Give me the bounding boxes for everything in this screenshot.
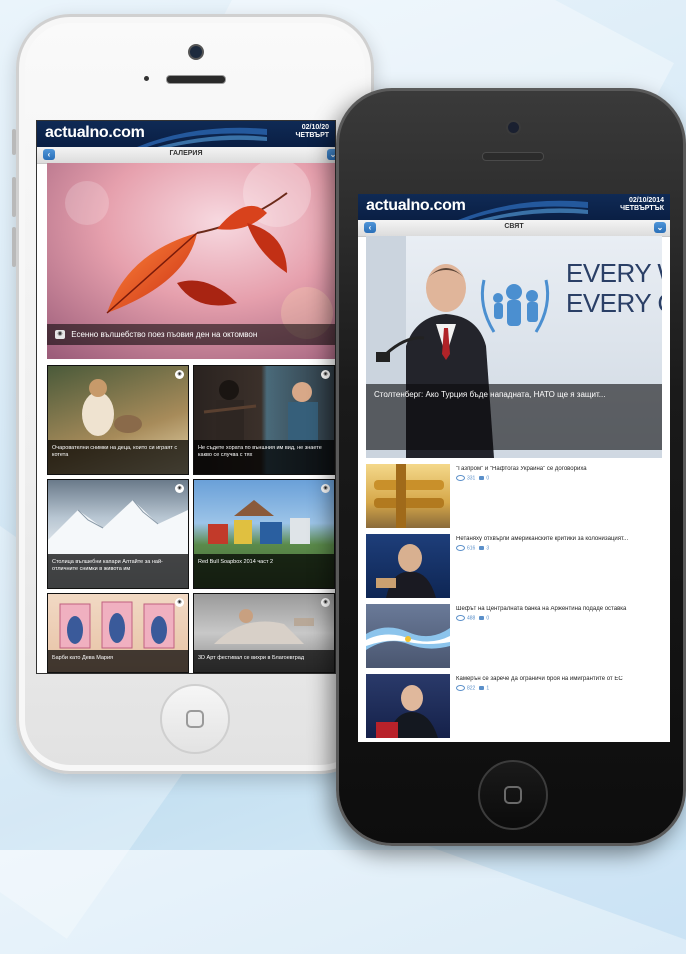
comments-count: 3 (486, 545, 490, 552)
tile-caption: 3D Арт фестивал се вихри в Благоевград (194, 650, 334, 672)
home-square-icon (504, 786, 522, 804)
news-hero[interactable]: EVERY W EVERY C Столтенберг: Ако Турция … (366, 236, 662, 458)
comments-count: 1 (486, 685, 490, 692)
hero-caption: Столтенберг: Ако Турция бъде нападната, … (366, 384, 662, 450)
black-phone-screen: actualno.com 02/10/2014 ЧЕТВЪРТЪК ‹ СВЯТ… (358, 194, 670, 742)
weekday-text: ЧЕТВЪРТЪК (620, 205, 664, 212)
camera-icon: ◉ (321, 598, 330, 607)
camera-icon: ◉ (321, 484, 330, 493)
news-meta: 488 0 (456, 615, 489, 621)
news-thumbnail (366, 604, 450, 668)
news-item[interactable]: "Газпром" и "Нафтогаз Украйна" се догово… (366, 464, 664, 528)
tile-caption: Барби като Дева Мария (48, 650, 188, 672)
camera-icon: ◉ (55, 330, 65, 339)
gallery-tile[interactable]: ◉ Столица вълшебни капари Алтайте за най… (47, 479, 189, 589)
speaker-grille (482, 152, 544, 161)
comment-icon (479, 616, 485, 620)
hero-caption-text: Есенно вълшебство поез пъовия ден на окт… (71, 329, 258, 339)
comments-count: 0 (486, 615, 490, 622)
eye-icon (456, 545, 465, 551)
white-phone-screen: actualno.com 02/10/20 ЧЕТВЪРТ ‹ ГАЛЕРИЯ … (36, 120, 336, 674)
news-meta: 822 1 (456, 685, 489, 691)
news-title: Шефът на Централната банка на Аржентина … (456, 606, 627, 612)
weekday-text: ЧЕТВЪРТ (295, 132, 329, 139)
date-text: 02/10/20 (301, 124, 329, 131)
backdrop-line-2: EVERY C (566, 288, 662, 318)
news-meta: 616 3 (456, 545, 489, 551)
tile-image (203, 380, 318, 442)
menu-button[interactable]: ⌄ (654, 222, 666, 233)
news-item[interactable]: Шефът на Централната банка на Аржентина … (366, 604, 664, 668)
tile-image (59, 601, 175, 649)
tile-image (82, 379, 142, 436)
views-count: 331 (467, 475, 476, 482)
tile-caption: Red Bull Soapbox 2014 част 2 (194, 554, 334, 588)
views-count: 822 (467, 685, 476, 692)
front-camera (506, 120, 521, 135)
hero-caption: ◉ Есенно вълшебство поез пъовия ден на о… (47, 323, 335, 345)
news-title: Камерън се зарече да ограничи броя на им… (456, 676, 623, 682)
site-logo[interactable]: actualno.com (45, 124, 145, 142)
header-date: 02/10/2014 ЧЕТВЪРТЪК (620, 197, 664, 213)
section-bar: ‹ СВЯТ ⌄ (358, 220, 670, 237)
section-bar: ‹ ГАЛЕРИЯ ⌄ (37, 147, 335, 164)
comment-icon (479, 546, 485, 550)
tile-image (208, 500, 310, 544)
side-button (12, 177, 16, 217)
views-count: 488 (467, 615, 476, 622)
gallery-tile[interactable]: ◉ Red Bull Soapbox 2014 част 2 (193, 479, 335, 589)
app-header: actualno.com 02/10/2014 ЧЕТВЪРТЪК (358, 194, 670, 220)
header-swoosh (137, 127, 267, 147)
news-thumbnail (366, 534, 450, 598)
section-title: СВЯТ (504, 223, 524, 230)
comments-count: 0 (486, 475, 490, 482)
speaker-grille (166, 75, 226, 84)
chevron-down-icon: ⌄ (656, 223, 664, 232)
menu-button[interactable]: ⌄ (327, 149, 335, 160)
camera-icon: ◉ (175, 484, 184, 493)
news-title: "Газпром" и "Нафтогаз Украйна" се догово… (456, 466, 587, 472)
side-button (12, 129, 16, 155)
camera-icon: ◉ (175, 370, 184, 379)
tile-caption: Очарователни снимки на деца, които си иг… (48, 440, 188, 474)
news-meta: 331 0 (456, 475, 489, 481)
gallery-tile[interactable]: ◉ 3D Арт фестивал се вихри в Благоевград (193, 593, 335, 673)
tile-caption: Не съдете хората по външния им вид, не з… (194, 440, 334, 474)
header-date: 02/10/20 ЧЕТВЪРТ (295, 124, 329, 140)
comment-icon (479, 686, 485, 690)
news-thumbnail (366, 464, 450, 528)
home-square-icon (186, 710, 204, 728)
views-count: 616 (467, 545, 476, 552)
camera-icon: ◉ (321, 370, 330, 379)
eye-icon (456, 685, 465, 691)
sensor-dot (144, 76, 149, 81)
comment-icon (479, 476, 485, 480)
camera-icon: ◉ (175, 598, 184, 607)
news-title: Нетаняху отхвърли американските критики … (456, 536, 629, 542)
site-logo[interactable]: actualno.com (366, 197, 466, 215)
hero-caption-text: Столтенберг: Ако Турция бъде нападната, … (374, 390, 606, 399)
gallery-tile[interactable]: ◉ Очарователни снимки на деца, които си … (47, 365, 189, 475)
tile-caption: Столица вълшебни капари Алтайте за най-о… (48, 554, 188, 588)
header-swoosh (458, 200, 588, 220)
date-text: 02/10/2014 (628, 197, 664, 204)
gallery-tile[interactable]: ◉ Не съдете хората по външния им вид, не… (193, 365, 335, 475)
front-camera (188, 44, 204, 60)
gallery-tile[interactable]: ◉ Барби като Дева Мария (47, 593, 189, 673)
news-item[interactable]: Нетаняху отхвърли американските критики … (366, 534, 664, 598)
section-title: ГАЛЕРИЯ (169, 150, 203, 157)
gallery-hero[interactable]: ◉ Есенно вълшебство поез пъовия ден на о… (47, 163, 335, 359)
eye-icon (456, 475, 465, 481)
backdrop-line-1: EVERY W (566, 258, 662, 288)
side-button (12, 227, 16, 267)
app-header: actualno.com 02/10/20 ЧЕТВЪРТ (37, 121, 335, 147)
tile-image (214, 609, 314, 644)
hero-backdrop-text: EVERY W EVERY C (566, 258, 662, 318)
tile-image (48, 499, 188, 556)
news-thumbnail (366, 674, 450, 738)
eye-icon (456, 615, 465, 621)
news-item[interactable]: Камерън се зарече да ограничи броя на им… (366, 674, 664, 738)
